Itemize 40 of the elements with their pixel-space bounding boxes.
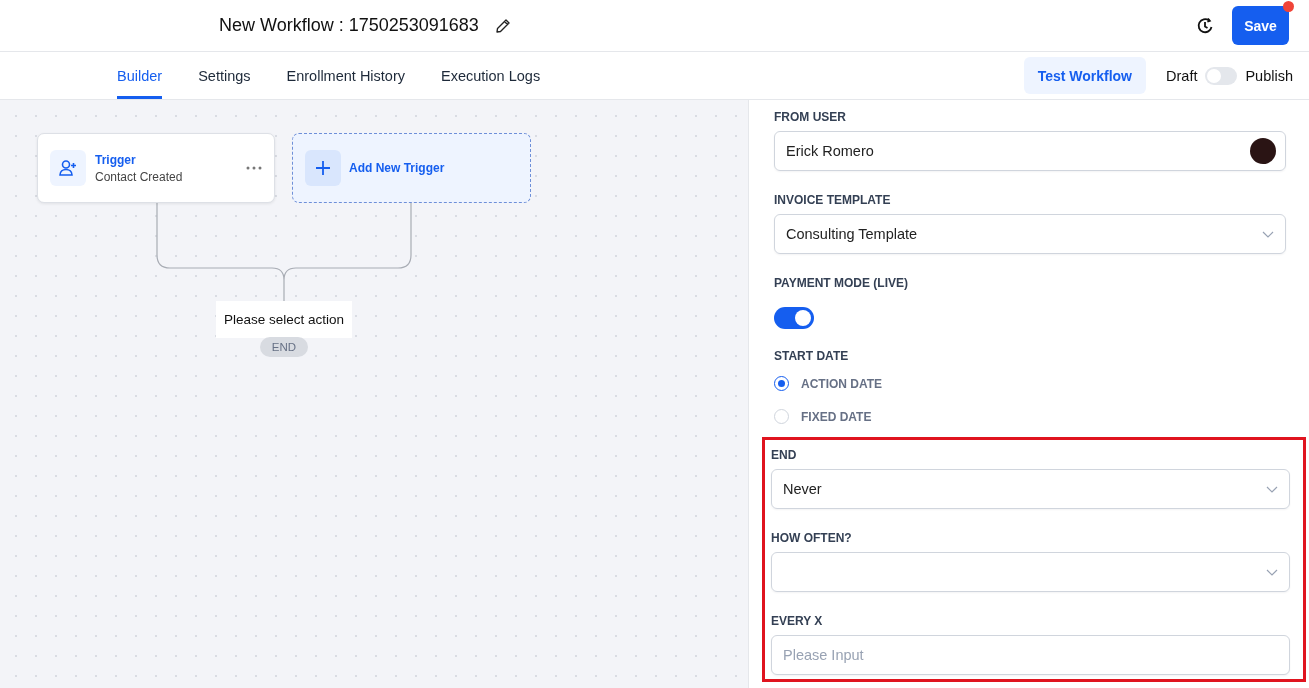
- publish-label: Publish: [1245, 67, 1293, 84]
- chevron-down-icon: [1266, 485, 1278, 493]
- select-field[interactable]: [771, 552, 1290, 592]
- nav-tab[interactable]: Enrollment History: [286, 52, 405, 99]
- field-label: INVOICE TEMPLATE: [774, 193, 892, 207]
- chevron-down-icon: [1266, 568, 1278, 576]
- radio-label: ACTION DATE: [801, 376, 883, 391]
- field-label: HOW OFTEN?: [771, 531, 853, 545]
- user-plus-icon: [58, 158, 78, 178]
- add-trigger-card[interactable]: Add New Trigger: [292, 133, 531, 203]
- add-trigger-label: Add New Trigger: [349, 161, 445, 175]
- history-icon[interactable]: [1195, 15, 1215, 36]
- input-field[interactable]: Please Input: [771, 635, 1290, 675]
- workflow-title: New Workflow : 1750253091683: [219, 15, 479, 36]
- nav-tab[interactable]: Settings: [198, 52, 251, 99]
- select-action-node[interactable]: Please select action: [216, 301, 352, 338]
- trigger-subtitle: Contact Created: [95, 169, 184, 184]
- field-label: START DATE: [774, 349, 850, 363]
- end-node: END: [260, 337, 308, 357]
- more-icon[interactable]: [246, 166, 262, 170]
- test-workflow-button[interactable]: Test Workflow: [1023, 57, 1146, 94]
- draft-label: Draft: [1166, 67, 1198, 84]
- trigger-title: Trigger: [95, 152, 137, 167]
- publish-toggle[interactable]: [1205, 66, 1238, 85]
- avatar-icon: [1250, 138, 1276, 164]
- field-label: END: [771, 448, 798, 462]
- nav-tab[interactable]: Execution Logs: [441, 52, 541, 99]
- field-label: EVERY X: [771, 614, 824, 628]
- select-field[interactable]: Consulting Template: [774, 214, 1286, 254]
- field-label: PAYMENT MODE (LIVE): [774, 276, 909, 290]
- save-button[interactable]: Save: [1232, 6, 1289, 45]
- chevron-down-icon: [1262, 230, 1274, 238]
- user-select[interactable]: Erick Romero: [774, 131, 1286, 171]
- pencil-icon[interactable]: [494, 17, 511, 34]
- trigger-card[interactable]: Trigger Contact Created: [37, 133, 275, 203]
- radio-label: FIXED DATE: [801, 409, 872, 424]
- payment-mode-toggle[interactable]: [774, 307, 814, 329]
- select-field[interactable]: Never: [771, 469, 1290, 509]
- field-label: FROM USER: [774, 110, 847, 124]
- plus-icon: [316, 161, 330, 175]
